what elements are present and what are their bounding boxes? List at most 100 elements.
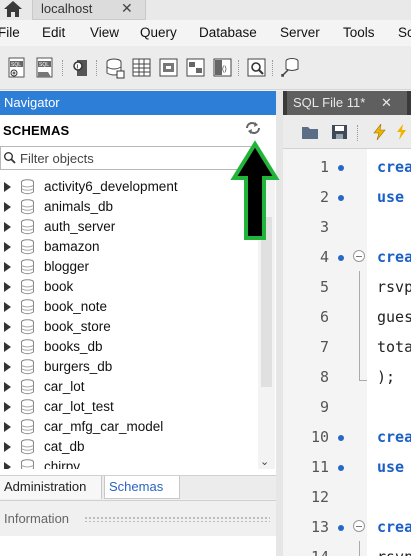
menu-scripting[interactable]: Sc bbox=[398, 25, 411, 40]
chevron-down-icon[interactable]: ⌄ bbox=[260, 455, 269, 468]
expand-arrow-icon[interactable] bbox=[4, 442, 11, 452]
tab-schemas[interactable]: Schemas bbox=[104, 476, 180, 499]
scrollbar-thumb[interactable] bbox=[261, 217, 272, 387]
code-line[interactable]: 6 gues bbox=[283, 301, 411, 331]
code-line[interactable]: 4 crea bbox=[283, 241, 411, 271]
schema-name: books_db bbox=[44, 339, 103, 354]
schema-item[interactable]: cat_db bbox=[0, 437, 258, 457]
menu-query[interactable]: Query bbox=[140, 25, 177, 40]
annotation-arrow-icon bbox=[230, 140, 280, 240]
execute-cursor-icon[interactable] bbox=[395, 124, 411, 140]
sql-editor[interactable]: 1 crea 2 use 3 4 crea 5 rsvp 6 gues 7 tota 8); 9 10 crea… bbox=[283, 149, 411, 556]
open-folder-icon[interactable] bbox=[301, 124, 319, 140]
expand-arrow-icon[interactable] bbox=[4, 262, 11, 272]
code-line[interactable]: 8); bbox=[283, 361, 411, 391]
menu-file[interactable]: File bbox=[0, 25, 20, 40]
schema-item[interactable]: blogger bbox=[0, 257, 258, 277]
schema-name: car_lot_test bbox=[44, 399, 114, 414]
schema-item[interactable]: book bbox=[0, 277, 258, 297]
code-line[interactable]: 12 bbox=[283, 481, 411, 511]
menu-edit[interactable]: Edit bbox=[42, 25, 65, 40]
menu-database[interactable]: Database bbox=[199, 25, 257, 40]
code-line[interactable]: 2 use bbox=[283, 181, 411, 211]
open-sql-file-icon[interactable]: SQL bbox=[34, 56, 56, 80]
schema-item[interactable]: activity6_development bbox=[0, 177, 258, 197]
expand-arrow-icon[interactable] bbox=[4, 322, 11, 332]
toolbar-separator bbox=[272, 60, 273, 76]
tab-administration[interactable]: Administration bbox=[0, 476, 102, 499]
code-text: gues bbox=[377, 308, 411, 326]
statement-marker-icon bbox=[338, 435, 344, 441]
navigator-bottom-tabs: Administration Schemas bbox=[0, 475, 276, 499]
expand-arrow-icon[interactable] bbox=[4, 222, 11, 232]
schema-item[interactable]: auth_server bbox=[0, 217, 258, 237]
schema-name: car_lot bbox=[44, 379, 85, 394]
database-icon bbox=[21, 319, 34, 335]
menu-tools[interactable]: Tools bbox=[343, 25, 375, 40]
refresh-icon[interactable] bbox=[244, 121, 262, 135]
close-icon[interactable]: ✕ bbox=[121, 0, 133, 17]
code-line[interactable]: 3 bbox=[283, 211, 411, 241]
expand-arrow-icon[interactable] bbox=[4, 382, 11, 392]
code-line[interactable]: 5 rsvp bbox=[283, 271, 411, 301]
schema-item[interactable]: car_lot bbox=[0, 377, 258, 397]
fold-toggle-icon[interactable] bbox=[353, 250, 365, 262]
create-function-icon[interactable]: () bbox=[212, 56, 234, 80]
code-line[interactable]: 11 use bbox=[283, 451, 411, 481]
expand-arrow-icon[interactable] bbox=[4, 302, 11, 312]
database-icon bbox=[21, 359, 34, 375]
code-line[interactable]: 14 rsvp bbox=[283, 541, 411, 556]
line-number: 7 bbox=[319, 338, 329, 356]
search-table-data-icon[interactable] bbox=[246, 56, 268, 80]
schema-item[interactable]: book_note bbox=[0, 297, 258, 317]
filter-objects-input[interactable] bbox=[20, 149, 252, 167]
code-line[interactable]: 7 tota bbox=[283, 331, 411, 361]
code-line[interactable]: 9 bbox=[283, 391, 411, 421]
schema-item[interactable]: animals_db bbox=[0, 197, 258, 217]
schema-item[interactable]: car_mfg_car_model bbox=[0, 417, 258, 437]
expand-arrow-icon[interactable] bbox=[4, 182, 11, 192]
close-icon[interactable]: ✕ bbox=[381, 95, 392, 111]
schema-item[interactable]: car_lot_test bbox=[0, 397, 258, 417]
fold-toggle-icon[interactable] bbox=[353, 520, 365, 532]
code-line[interactable]: 13 crea bbox=[283, 511, 411, 541]
expand-arrow-icon[interactable] bbox=[4, 202, 11, 212]
new-sql-tab-icon[interactable]: SQL bbox=[6, 56, 28, 80]
schema-item[interactable]: bamazon bbox=[0, 237, 258, 257]
home-icon[interactable] bbox=[2, 0, 24, 18]
menu-view[interactable]: View bbox=[90, 25, 119, 40]
expand-arrow-icon[interactable] bbox=[4, 242, 11, 252]
schema-name: book_note bbox=[44, 299, 108, 314]
information-panel-header[interactable]: Information bbox=[0, 500, 276, 536]
expand-arrow-icon[interactable] bbox=[4, 282, 11, 292]
filter-box bbox=[0, 146, 258, 170]
connection-tab[interactable]: localhost ✕ bbox=[32, 0, 146, 20]
schema-name: book_store bbox=[44, 319, 111, 334]
expand-arrow-icon[interactable] bbox=[4, 402, 11, 412]
code-line[interactable]: 10 crea bbox=[283, 421, 411, 451]
save-icon[interactable] bbox=[331, 124, 349, 140]
create-schema-icon[interactable] bbox=[104, 56, 126, 80]
expand-arrow-icon[interactable] bbox=[4, 422, 11, 432]
create-procedure-icon[interactable] bbox=[185, 56, 207, 80]
sql-file-tab[interactable]: SQL File 11* ✕ bbox=[287, 91, 407, 115]
line-number: 9 bbox=[319, 398, 329, 416]
execute-lightning-icon[interactable] bbox=[371, 124, 389, 140]
schema-item[interactable]: book_store bbox=[0, 317, 258, 337]
code-line[interactable]: 1 crea bbox=[283, 151, 411, 181]
create-table-icon[interactable] bbox=[131, 56, 153, 80]
line-number: 10 bbox=[310, 428, 329, 446]
menu-server[interactable]: Server bbox=[280, 25, 320, 40]
schema-item[interactable]: chirpy bbox=[0, 457, 258, 469]
schema-item[interactable]: burgers_db bbox=[0, 357, 258, 377]
expand-arrow-icon[interactable] bbox=[4, 462, 11, 469]
code-text: use bbox=[377, 458, 405, 476]
expand-arrow-icon[interactable] bbox=[4, 362, 11, 372]
sql-file-tab-label: SQL File 11* bbox=[293, 95, 366, 110]
expand-arrow-icon[interactable] bbox=[4, 342, 11, 352]
schema-item[interactable]: books_db bbox=[0, 337, 258, 357]
reconnect-icon[interactable] bbox=[280, 56, 302, 80]
line-number: 3 bbox=[319, 218, 329, 236]
create-view-icon[interactable] bbox=[158, 56, 180, 80]
inspector-icon[interactable]: i bbox=[70, 56, 92, 80]
